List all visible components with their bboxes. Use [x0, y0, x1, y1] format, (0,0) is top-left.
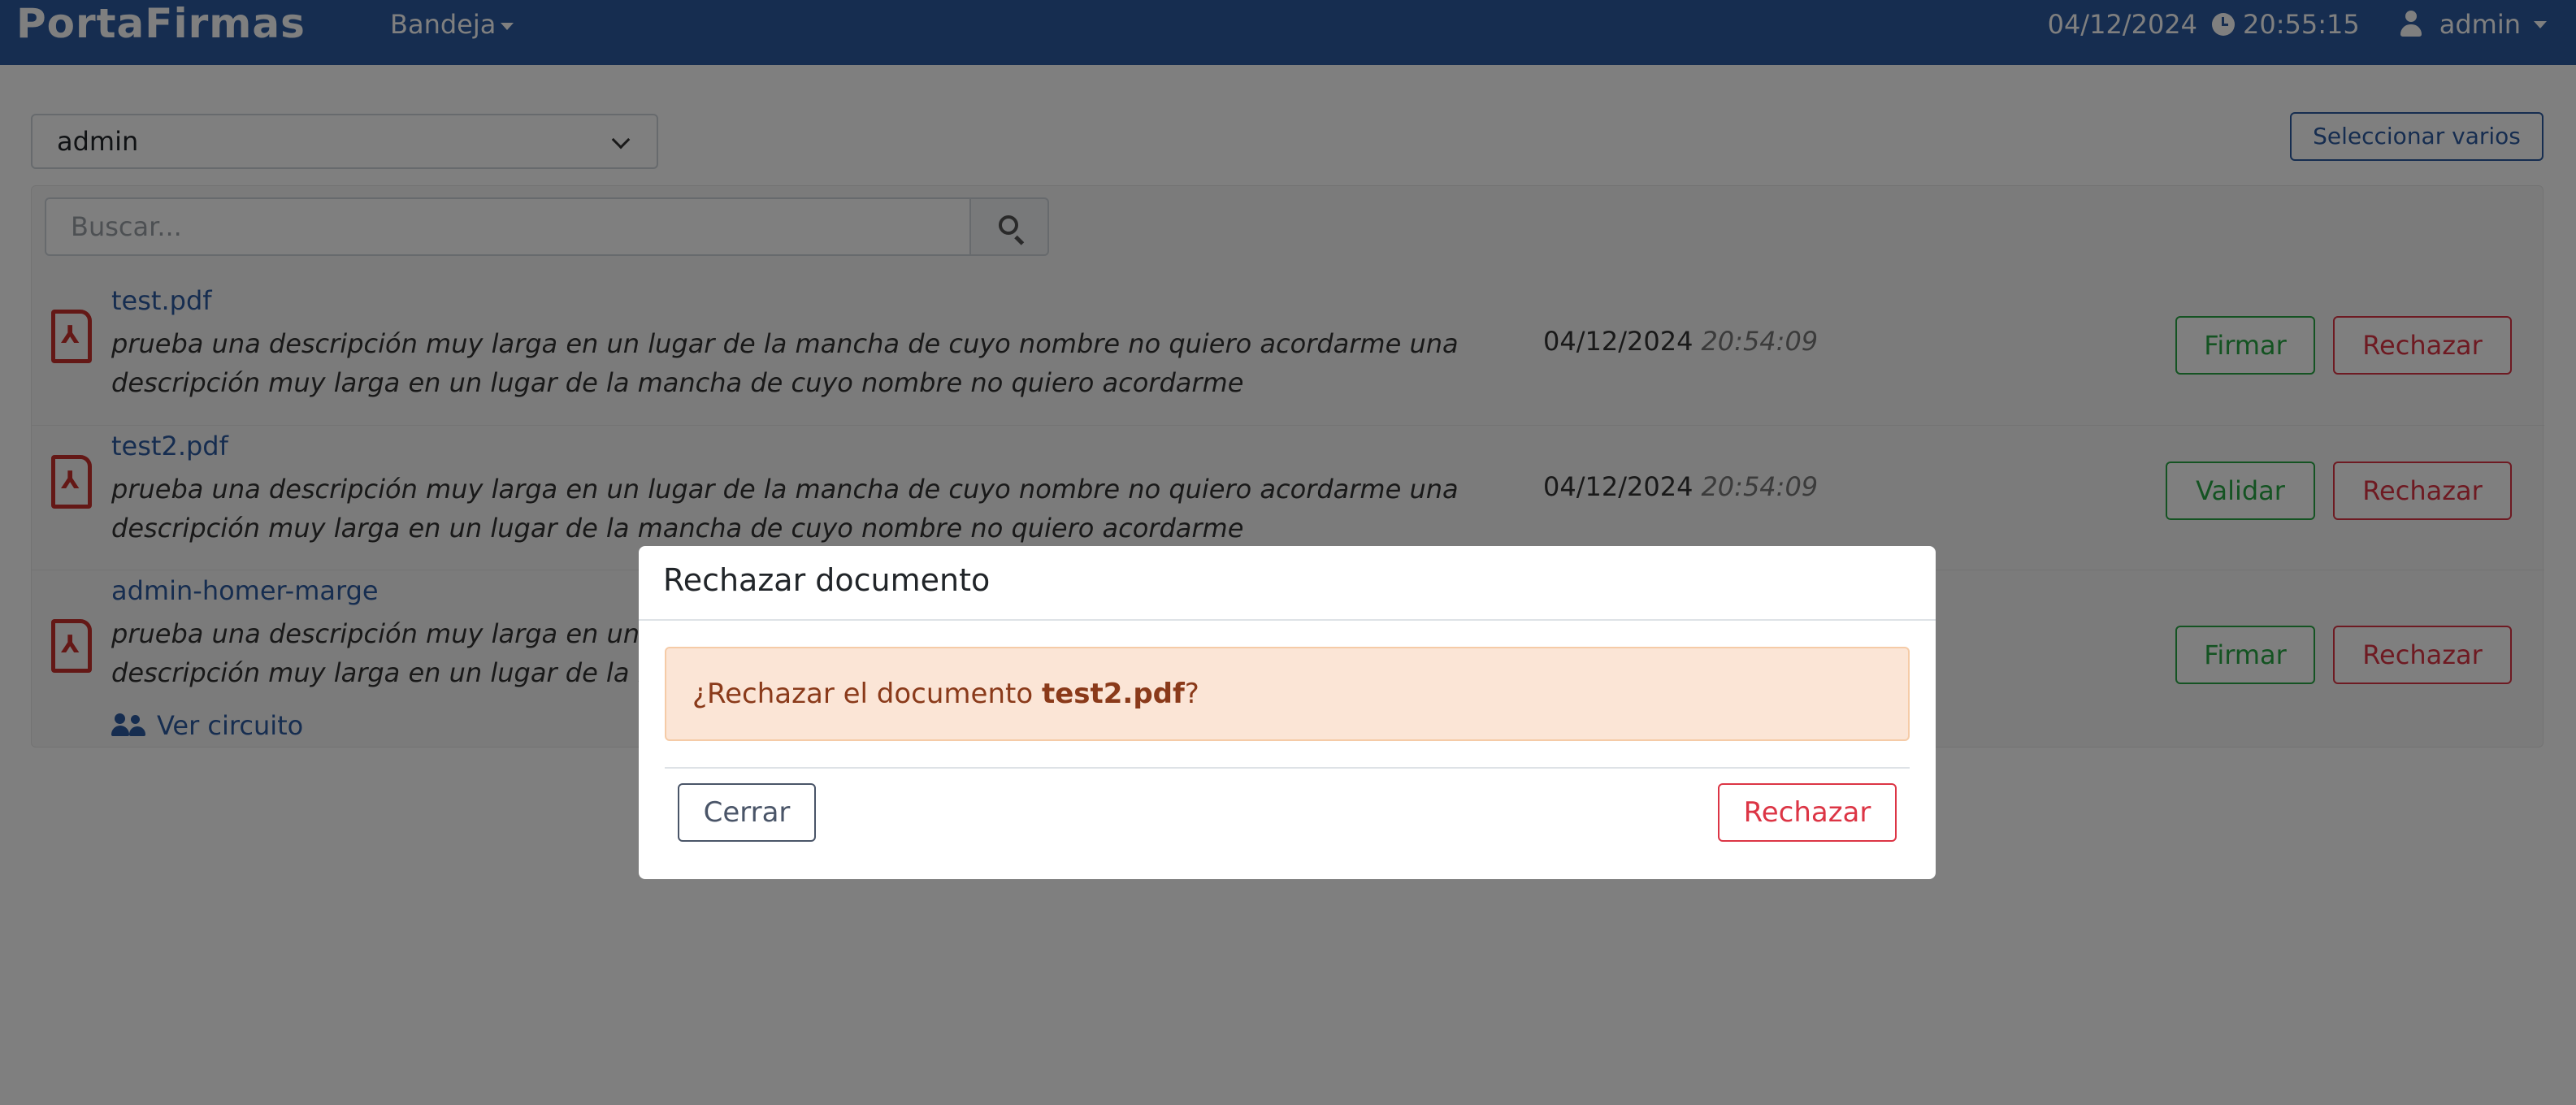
reject-confirmation-alert: ¿Rechazar el documento test2.pdf?: [665, 647, 1910, 741]
modal-footer-divider: [665, 767, 1910, 769]
confirm-reject-button[interactable]: Rechazar: [1718, 783, 1897, 842]
alert-document-name: test2.pdf: [1041, 678, 1185, 710]
alert-message-suffix: ?: [1184, 678, 1199, 710]
alert-message-prefix: ¿Rechazar el documento: [692, 678, 1042, 710]
modal-title: Rechazar documento: [663, 562, 991, 598]
modal-divider: [639, 619, 1936, 621]
reject-document-modal: Rechazar documento ¿Rechazar el document…: [639, 546, 1936, 879]
close-button[interactable]: Cerrar: [678, 783, 816, 842]
